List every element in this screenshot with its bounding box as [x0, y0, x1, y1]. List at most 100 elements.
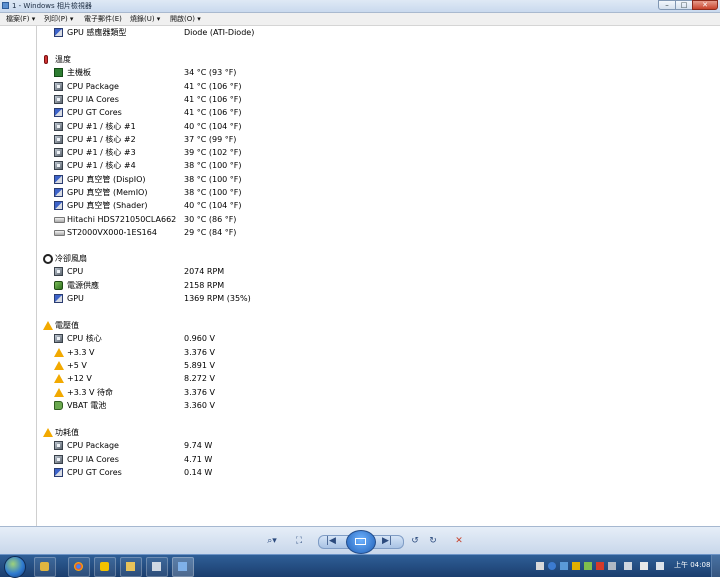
sensor-label: 電源供應 — [67, 280, 99, 290]
sensor-label: +12 V — [67, 374, 92, 384]
sensor-label: CPU #1 / 核心 #4 — [67, 161, 136, 171]
delete-button[interactable]: ✕ — [452, 536, 466, 546]
sensor-value: 41 °C (106 °F) — [184, 81, 242, 91]
sensor-value: 38 °C (100 °F) — [184, 174, 242, 184]
sensor-row: +3.3 V 待命 3.376 V — [0, 386, 400, 399]
sensor-row: VBAT 電池 3.360 V — [0, 399, 400, 412]
hard-drive-icon — [54, 216, 65, 223]
sensor-row: CPU 2074 RPM — [0, 265, 400, 278]
app-icon — [100, 562, 109, 571]
menu-print[interactable]: 列印(P) ▾ — [44, 14, 73, 24]
sensor-value: 9.74 W — [184, 441, 213, 451]
menu-open[interactable]: 開啟(O) ▾ — [170, 14, 201, 24]
tray-icon-7[interactable] — [608, 562, 616, 570]
sensor-label: Hitachi HDS721050CLA662 — [67, 214, 177, 224]
sensor-label: GPU — [67, 293, 84, 303]
cpu-icon — [54, 148, 63, 158]
network-icon[interactable] — [624, 562, 632, 570]
cpu-icon — [54, 161, 63, 171]
minimize-button[interactable]: – — [658, 0, 676, 10]
taskbar-app-3[interactable] — [94, 557, 116, 577]
cpu-icon — [54, 94, 63, 104]
tray-icon-4[interactable] — [572, 562, 580, 570]
sensor-value: 38 °C (100 °F) — [184, 188, 242, 197]
actual-size-button[interactable]: ⛶ — [292, 536, 306, 546]
title-bar: 1 - Windows 相片檢視器 – □ ✕ — [0, 0, 720, 13]
taskbar-clock[interactable]: 上午 04:08 — [674, 560, 710, 570]
section-header: 冷卻風扇 — [0, 252, 400, 265]
taskbar-app-chrome[interactable] — [68, 557, 90, 577]
cpu-icon — [54, 267, 63, 277]
chrome-icon — [74, 562, 83, 571]
help-icon[interactable] — [548, 562, 556, 570]
maximize-button[interactable]: □ — [675, 0, 693, 10]
start-button[interactable] — [4, 556, 26, 578]
menu-burn[interactable]: 燒錄(U) ▾ — [130, 14, 160, 24]
sensor-label: CPU — [67, 267, 84, 277]
gpu-icon — [54, 174, 63, 184]
sensor-row: CPU #1 / 核心 #4 38 °C (100 °F) — [0, 159, 400, 172]
menu-bar: 檔案(F) ▾ 列印(P) ▾ 電子郵件(E) 燒錄(U) ▾ 開啟(O) ▾ — [0, 13, 720, 26]
tray-icon-1[interactable] — [536, 562, 544, 570]
tray-icon-3[interactable] — [560, 562, 568, 570]
sensor-label: +3.3 V 待命 — [67, 387, 113, 397]
cpu-icon — [54, 441, 63, 451]
previous-button[interactable]: |◀ — [322, 536, 340, 546]
motherboard-icon — [54, 68, 63, 78]
taskbar-app-5[interactable] — [146, 557, 168, 577]
sensor-value: 41 °C (106 °F) — [184, 94, 242, 104]
photo-viewer-icon — [178, 562, 187, 571]
sensor-row: CPU Package 41 °C (106 °F) — [0, 80, 400, 93]
taskbar-app-1[interactable] — [34, 557, 56, 577]
show-desktop-button[interactable] — [711, 555, 720, 577]
section-title: 功耗值 — [55, 428, 79, 437]
sensor-value: 5.891 V — [184, 360, 215, 370]
warning-icon — [54, 374, 64, 384]
sensor-value: 2074 RPM — [184, 267, 225, 277]
sensor-label: CPU IA Cores — [67, 454, 119, 464]
fan-icon — [43, 254, 53, 264]
sensor-row: GPU 1369 RPM (35%) — [0, 292, 400, 305]
sensor-row: 電源供應 2158 RPM — [0, 279, 400, 292]
tray-icon-6[interactable] — [596, 562, 604, 570]
sensor-value: 1369 RPM (35%) — [184, 293, 251, 303]
sensor-row: GPU 真空管 (MemIO) 38 °C (100 °F) — [0, 186, 400, 199]
taskbar-app-photo-viewer[interactable] — [172, 557, 194, 577]
tray-icon-5[interactable] — [584, 562, 592, 570]
taskbar-app-explorer[interactable] — [120, 557, 142, 577]
gpu-icon — [54, 293, 63, 303]
cpu-icon — [54, 134, 63, 144]
battery-icon — [54, 400, 63, 410]
zoom-button[interactable]: ⌕▾ — [262, 536, 282, 546]
close-button[interactable]: ✕ — [692, 0, 718, 10]
gpu-icon — [54, 201, 63, 211]
rotate-counterclockwise-button[interactable]: ↺ — [408, 536, 422, 546]
sensor-value: 3.376 V — [184, 387, 215, 397]
slideshow-button[interactable] — [346, 530, 376, 554]
sensor-value: Diode (ATI-Diode) — [184, 28, 255, 37]
sensor-label: CPU #1 / 核心 #2 — [67, 134, 136, 144]
power-supply-icon — [54, 280, 63, 290]
rotate-clockwise-button[interactable]: ↻ — [426, 536, 440, 546]
volume-icon[interactable] — [656, 562, 664, 570]
section-title: 電壓值 — [55, 321, 79, 330]
thermometer-icon — [44, 55, 48, 64]
sensor-row: CPU GT Cores 41 °C (106 °F) — [0, 106, 400, 119]
sensor-label: GPU 感應器類型 — [67, 28, 127, 37]
sensor-value: 3.376 V — [184, 347, 215, 357]
warning-icon — [54, 347, 64, 357]
section-header: 功耗值 — [0, 426, 400, 439]
sensor-label: CPU GT Cores — [67, 467, 122, 477]
sensor-value: 4.71 W — [184, 454, 213, 464]
menu-email[interactable]: 電子郵件(E) — [84, 14, 122, 24]
app-icon — [152, 562, 161, 571]
cpu-icon — [54, 454, 63, 464]
menu-file[interactable]: 檔案(F) ▾ — [6, 14, 35, 24]
next-button[interactable]: ▶| — [378, 536, 396, 546]
warning-icon — [54, 387, 64, 397]
photo-viewer-app-icon — [2, 2, 9, 9]
window-title: 1 - Windows 相片檢視器 — [12, 2, 92, 10]
sensor-value: 0.960 V — [184, 334, 215, 344]
section-title: 溫度 — [55, 55, 71, 64]
flag-icon[interactable] — [640, 562, 648, 570]
